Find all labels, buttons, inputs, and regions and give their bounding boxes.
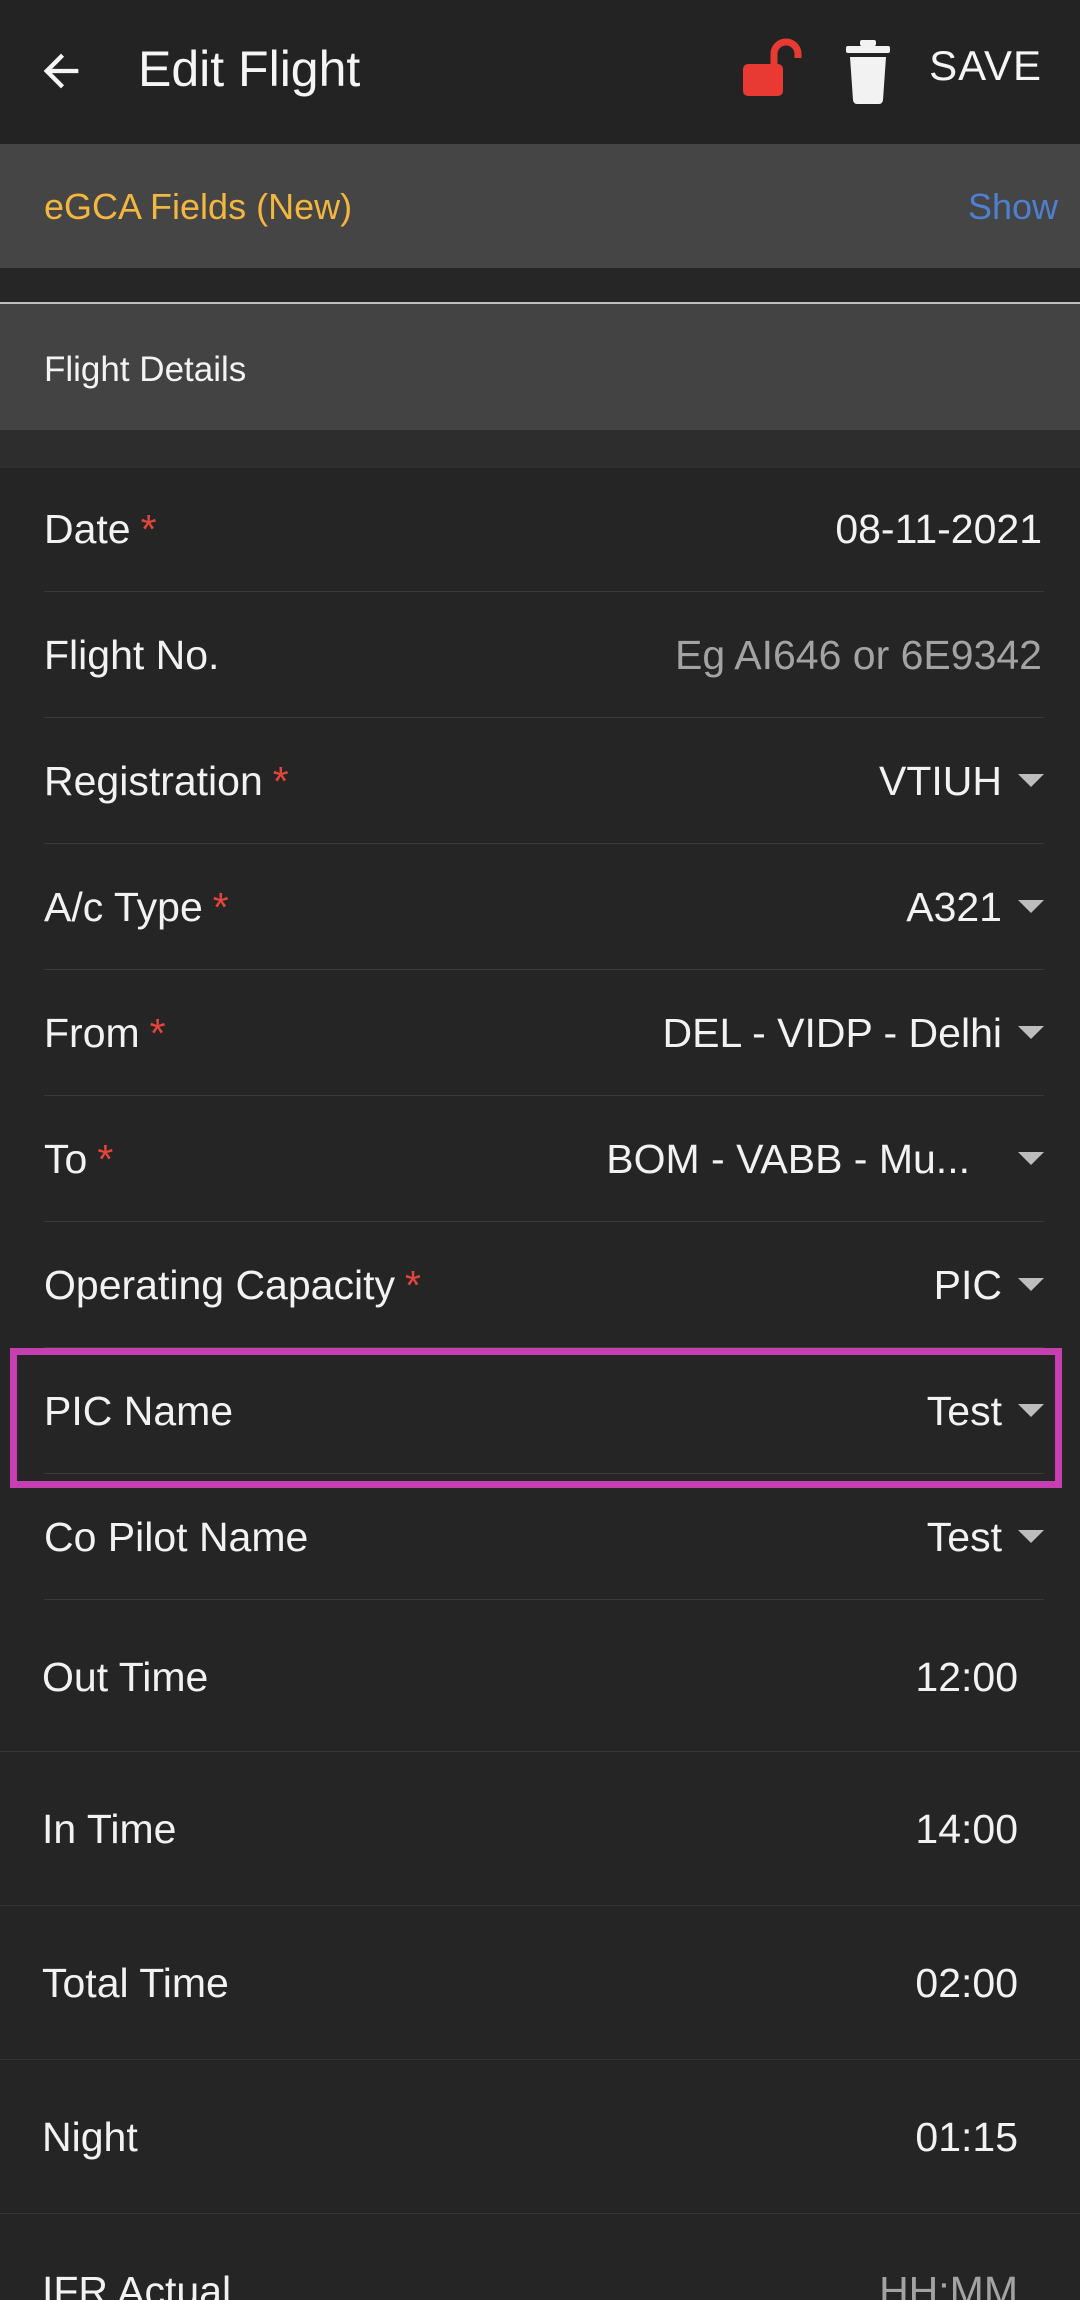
date-label: Date * xyxy=(44,506,157,552)
flight-no-label: Flight No. xyxy=(44,632,220,678)
ac-type-label: A/c Type * xyxy=(44,884,229,930)
night-value[interactable]: 01:15 xyxy=(915,2114,1018,2161)
chevron-down-icon[interactable] xyxy=(1018,774,1044,787)
from-row[interactable]: From * DEL - VIDP - Delhi xyxy=(0,970,1080,1096)
night-row[interactable]: Night 01:15 xyxy=(0,2060,1080,2214)
operating-capacity-label: Operating Capacity * xyxy=(44,1262,421,1308)
operating-capacity-value: PIC xyxy=(933,1262,1002,1308)
section-title: Flight Details xyxy=(44,350,247,389)
in-time-value[interactable]: 14:00 xyxy=(915,1806,1018,1853)
co-pilot-name-value: Test xyxy=(926,1514,1002,1560)
chevron-down-icon[interactable] xyxy=(1018,1278,1044,1291)
lock-open-icon xyxy=(743,38,802,96)
ifr-actual-row[interactable]: IFR Actual HH:MM xyxy=(0,2214,1080,2300)
ac-type-row[interactable]: A/c Type * A321 xyxy=(0,844,1080,970)
registration-label: Registration * xyxy=(44,758,289,804)
operating-capacity-row[interactable]: Operating Capacity * PIC xyxy=(0,1222,1080,1348)
from-value: DEL - VIDP - Delhi xyxy=(662,1010,1003,1056)
out-time-label: Out Time xyxy=(42,1654,209,1700)
in-time-row[interactable]: In Time 14:00 xyxy=(0,1752,1080,1906)
ac-type-value: A321 xyxy=(906,884,1002,930)
egca-fields-title: eGCA Fields (New) xyxy=(44,186,353,227)
egca-show-link[interactable]: Show xyxy=(968,186,1058,228)
chevron-down-icon[interactable] xyxy=(1018,1530,1044,1543)
chevron-down-icon[interactable] xyxy=(1018,1404,1044,1417)
to-value: BOM - VABB - Mu... xyxy=(606,1136,970,1182)
required-mark: * xyxy=(212,884,229,930)
section-header: Flight Details xyxy=(0,304,1080,430)
date-value: 08-11-2021 xyxy=(835,506,1042,552)
spacer xyxy=(0,430,1080,468)
total-time-label: Total Time xyxy=(42,1960,229,2006)
to-label: To * xyxy=(44,1136,114,1182)
out-time-value[interactable]: 12:00 xyxy=(915,1654,1018,1701)
date-row[interactable]: Date * 08-11-2021 xyxy=(0,468,1080,592)
page-title: Edit Flight xyxy=(138,41,361,97)
chevron-down-icon[interactable] xyxy=(1018,900,1044,913)
app-bar: Edit Flight SAVE xyxy=(0,0,1080,144)
co-pilot-name-row[interactable]: Co Pilot Name Test xyxy=(0,1474,1080,1600)
save-button[interactable]: SAVE xyxy=(929,42,1042,90)
registration-value: VTIUH xyxy=(879,758,1002,804)
chevron-down-icon[interactable] xyxy=(1018,1152,1044,1165)
total-time-row: Total Time 02:00 xyxy=(0,1906,1080,2060)
night-label: Night xyxy=(42,2114,138,2160)
registration-row[interactable]: Registration * VTIUH xyxy=(0,718,1080,844)
required-mark: * xyxy=(149,1010,166,1056)
to-row[interactable]: To * BOM - VABB - Mu... xyxy=(0,1096,1080,1222)
required-mark: * xyxy=(404,1262,421,1308)
required-mark: * xyxy=(272,758,289,804)
required-mark: * xyxy=(97,1136,114,1182)
flight-no-input[interactable]: Eg AI646 or 6E9342 xyxy=(675,632,1042,679)
trash-icon xyxy=(846,40,890,104)
chevron-down-icon[interactable] xyxy=(1018,1026,1044,1039)
delete-button[interactable] xyxy=(838,38,898,104)
flight-no-row[interactable]: Flight No. Eg AI646 or 6E9342 xyxy=(0,592,1080,718)
lock-button[interactable] xyxy=(738,36,808,106)
arrow-left-icon xyxy=(43,53,79,89)
ifr-actual-label: IFR Actual xyxy=(42,2268,232,2300)
co-pilot-name-label: Co Pilot Name xyxy=(44,1514,309,1560)
total-time-value: 02:00 xyxy=(915,1960,1018,2006)
egca-fields-bar: eGCA Fields (New) Show xyxy=(0,144,1080,268)
out-time-row[interactable]: Out Time 12:00 xyxy=(0,1600,1080,1752)
from-label: From * xyxy=(44,1010,166,1056)
spacer xyxy=(0,268,1080,302)
ifr-actual-input[interactable]: HH:MM xyxy=(879,2268,1018,2300)
back-button[interactable] xyxy=(26,36,96,106)
pic-name-row[interactable]: PIC Name Test xyxy=(0,1348,1080,1474)
required-mark: * xyxy=(140,506,157,552)
pic-name-value: Test xyxy=(926,1388,1002,1434)
pic-name-label: PIC Name xyxy=(44,1388,234,1434)
in-time-label: In Time xyxy=(42,1806,177,1852)
